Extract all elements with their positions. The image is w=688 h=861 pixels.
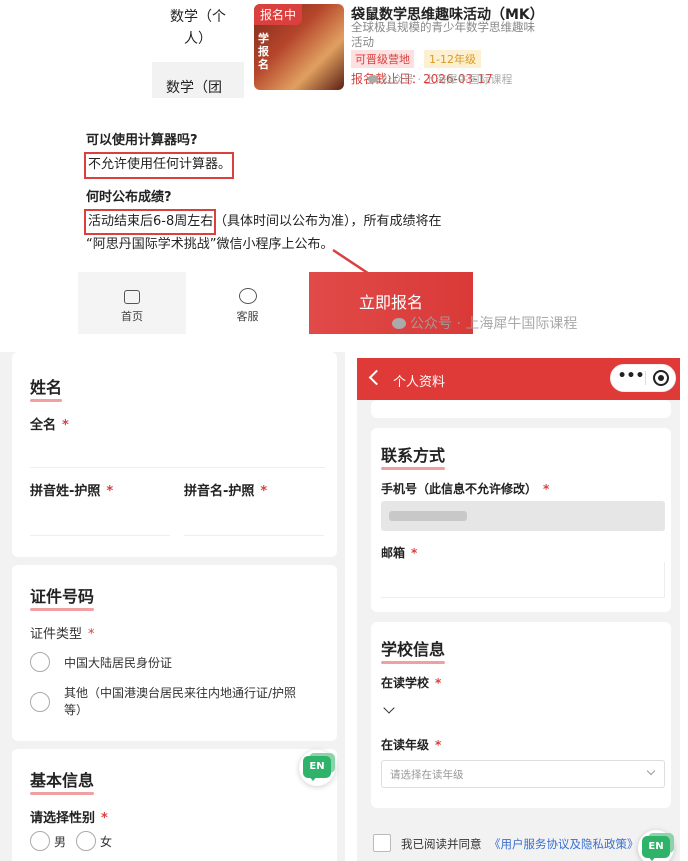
grade-select[interactable]: 请选择在读年级	[381, 760, 665, 788]
tag-grade: 1-12年级	[424, 50, 481, 68]
school-section: 学校信息 在读学校 * 在读年级 * 请选择在读年级	[371, 622, 671, 808]
radio-female[interactable]	[76, 831, 96, 851]
name-section: 姓名 全名 * 拼音姓-护照 * 拼音名-护照 *	[12, 352, 337, 557]
faq-section: 可以使用计算器吗? 不允许使用任何计算器。 何时公布成绩? 活动结束后6-8周左…	[78, 100, 473, 307]
home-label: 首页	[121, 310, 143, 323]
faq-question-1: 可以使用计算器吗?	[86, 133, 198, 148]
category-label: 数学（团	[166, 80, 222, 96]
faq-question-2: 何时公布成绩?	[86, 190, 172, 205]
pinyin-first-input[interactable]	[184, 500, 324, 536]
service-label: 客服	[236, 310, 259, 323]
section-title: 证件号码	[30, 583, 95, 611]
capsule-divider	[645, 371, 646, 385]
radio-other-id[interactable]	[30, 692, 50, 712]
previous-section-tail	[371, 400, 671, 418]
radio-male[interactable]	[30, 831, 50, 851]
bubble-tail	[308, 775, 318, 781]
en-language-button[interactable]: EN	[299, 750, 335, 786]
tag-upgrade: 可晋级营地	[351, 50, 414, 68]
watermark-bottom: 公众号 · 上海犀牛国际课程	[392, 313, 577, 333]
pinyin-last-label: 拼音姓-护照 *	[30, 484, 114, 499]
radio-id-card[interactable]	[30, 652, 50, 672]
activity-subtitle: 全球极具规模的青少年数学思维趣味活动	[351, 20, 535, 49]
chevron-down-icon	[646, 766, 656, 776]
phone-label: 手机号（此信息不允许修改） *	[381, 482, 550, 496]
section-title: 学校信息	[381, 636, 446, 664]
section-title: 联系方式	[381, 442, 446, 470]
faq-answer-1: 不允许使用任何计算器。	[88, 157, 232, 172]
section-title: 基本信息	[30, 767, 95, 795]
agree-text: 我已阅读并同意	[401, 837, 482, 851]
school-dropdown-chevron-icon[interactable]	[383, 702, 395, 714]
faq-answer-2-line2: “阿思丹国际学术挑战”微信小程序上公布。	[86, 237, 334, 252]
left-form-panel: 姓名 全名 * 拼音姓-护照 * 拼音名-护照 * 证件号码 证件类型 * 中国大陆居民…	[0, 352, 345, 861]
wechat-icon	[392, 317, 406, 329]
full-name-label: 全名 *	[30, 418, 69, 433]
close-target-icon[interactable]	[653, 370, 669, 386]
thumbnail-art: 学报名	[258, 32, 269, 71]
service-tab[interactable]: 客服	[186, 272, 309, 334]
right-form-panel: 个人资料 ••• 联系方式 手机号（此信息不允许修改） * 邮箱 * 学校信息 在读…	[357, 358, 680, 861]
category-tab-individual[interactable]: 数学（个人）	[152, 0, 244, 60]
email-input[interactable]	[381, 562, 665, 598]
home-tab[interactable]: 首页	[78, 272, 186, 334]
watermark: 公众号 · 上海犀牛国际课程	[368, 71, 513, 87]
faq-answer-2-highlight-text: 活动结束后6-8周左右	[88, 214, 214, 229]
home-icon	[124, 290, 140, 304]
agree-checkbox[interactable]	[373, 834, 391, 852]
gender-label: 请选择性别 *	[30, 811, 108, 826]
phone-field-disabled	[381, 501, 665, 531]
id-option-1-label: 中国大陆居民身份证	[64, 656, 173, 670]
category-tab-team[interactable]: 数学（团	[152, 62, 244, 98]
chat-icon	[238, 288, 257, 304]
back-chevron-icon[interactable]	[368, 369, 385, 386]
agreement-row: 我已阅读并同意 《用户服务协议及隐私政策》	[357, 820, 680, 861]
category-label: 数学（个人）	[170, 9, 226, 47]
id-section: 证件号码 证件类型 * 中国大陆居民身份证 其他（中国港澳台居民来往内地通行证/护…	[12, 565, 337, 741]
more-icon[interactable]: •••	[617, 365, 645, 391]
capsule-menu: •••	[610, 364, 676, 392]
full-name-input[interactable]	[30, 434, 325, 468]
header-title: 个人资料	[393, 375, 446, 390]
wechat-icon	[368, 75, 378, 83]
female-label: 女	[100, 835, 113, 849]
id-option-2-label: 其他（中国港澳台居民来往内地通行证/护照 等）	[64, 686, 297, 717]
basic-info-section: 基本信息 请选择性别 * 男 女	[12, 749, 337, 861]
id-type-label: 证件类型 *	[30, 627, 95, 642]
section-title: 姓名	[30, 374, 63, 402]
header-bar: 个人资料 •••	[357, 358, 680, 400]
pinyin-first-label: 拼音名-护照 *	[184, 484, 268, 499]
bubble-tail	[647, 855, 657, 861]
activity-thumbnail[interactable]: 报名中 学报名	[254, 4, 344, 90]
male-label: 男	[54, 835, 67, 849]
pinyin-last-input[interactable]	[30, 500, 170, 536]
status-badge: 报名中	[254, 4, 303, 25]
agree-link[interactable]: 《用户服务协议及隐私政策》	[489, 836, 639, 852]
register-label: 立即报名	[358, 293, 423, 312]
grade-label: 在读年级 *	[381, 738, 442, 752]
contact-section: 联系方式 手机号（此信息不允许修改） * 邮箱 *	[371, 428, 671, 612]
grade-placeholder: 请选择在读年级	[390, 769, 464, 781]
school-label: 在读学校 *	[381, 676, 442, 690]
phone-blur	[389, 511, 467, 521]
faq-answer-2-rest: （具体时间以公布为准），所有成绩将在	[214, 214, 442, 229]
en-language-button[interactable]: EN	[638, 830, 674, 861]
email-label: 邮箱 *	[381, 546, 418, 560]
top-card: 数学（个人） 数学（团 报名中 学报名 袋鼠数学思维趣味活动（MK） 全球极具规…	[0, 0, 688, 100]
